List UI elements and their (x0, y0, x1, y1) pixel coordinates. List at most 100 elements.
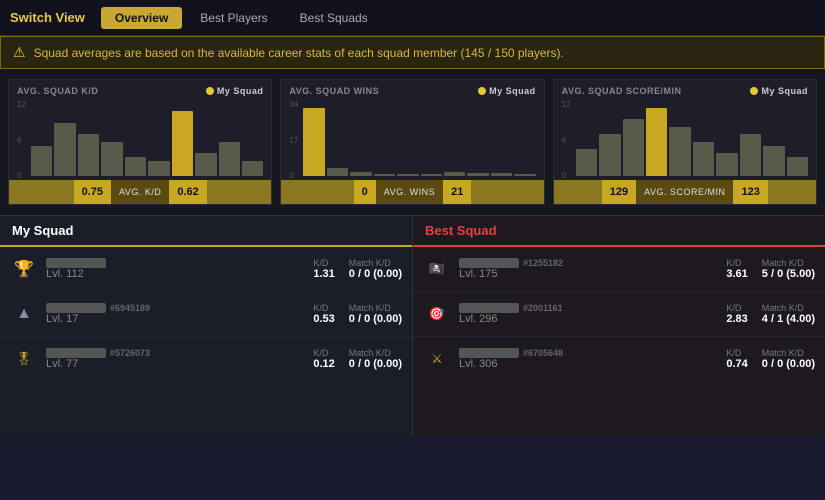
chart-wins-title: AVG. SQUAD WINS My Squad (289, 86, 535, 96)
best-player-3-info: #6705648 Lvl. 306 (459, 348, 718, 370)
player-3-name-blurred (46, 348, 106, 358)
best-player-1-info: #1255182 Lvl. 175 (459, 258, 718, 280)
player-1-info: Lvl. 112 (46, 258, 305, 280)
best-player-2-stats: K/D 2.83 Match K/D 4 / 1 (4.00) (726, 303, 815, 325)
tab-best-squads[interactable]: Best Squads (286, 7, 382, 29)
alert-banner: ⚠ Squad averages are based on the availa… (0, 36, 825, 69)
switch-view-label[interactable]: Switch View (10, 10, 85, 25)
chart-wins-footer: 0 AVG. WINS 21 (281, 180, 543, 204)
dot-wins (478, 87, 486, 95)
my-squad-player-2: ▲ #6945189 Lvl. 17 K/D 0.53 Match K/D 0 … (0, 292, 412, 337)
player-3-name: #5726073 (46, 348, 305, 358)
stat-kd-2: K/D 0.53 (313, 303, 334, 325)
bar-4 (669, 127, 690, 176)
bar-4 (125, 157, 146, 176)
bar-9 (242, 161, 263, 176)
chart-kd-footer: 0.75 AVG. K/D 0.62 (9, 180, 271, 204)
warning-icon: ⚠ (13, 44, 26, 61)
best-squad-header: Best Squad (413, 216, 825, 247)
best-rank-icon-3: ⚔ (423, 345, 451, 373)
stat-kd-1: K/D 1.31 (313, 258, 334, 280)
chart-kd-title: AVG. SQUAD K/D My Squad (17, 86, 263, 96)
bars-wins (289, 100, 535, 176)
charts-section: AVG. SQUAD K/D My Squad 12 6 0 0.75 AVG.… (0, 69, 825, 216)
bar-5 (693, 142, 714, 176)
bar-8 (491, 173, 512, 176)
footer-score-left: 129 (602, 180, 636, 204)
player-3-info: #5726073 Lvl. 77 (46, 348, 305, 370)
bottom-section: My Squad 🏆 Lvl. 112 K/D 1.31 Match K/D 0… (0, 216, 825, 436)
player-1-name-blurred (46, 258, 106, 268)
bar-chart-kd: 12 6 0 (17, 100, 263, 180)
bar-7 (195, 153, 216, 176)
player-2-level: Lvl. 17 (46, 313, 305, 325)
my-squad-panel: My Squad 🏆 Lvl. 112 K/D 1.31 Match K/D 0… (0, 216, 413, 436)
player-1-level: Lvl. 112 (46, 268, 305, 280)
player-2-info: #6945189 Lvl. 17 (46, 303, 305, 325)
bar-9 (787, 157, 808, 176)
bar-3 (374, 174, 395, 176)
bar-2 (623, 119, 644, 176)
chart-kd: AVG. SQUAD K/D My Squad 12 6 0 0.75 AVG.… (8, 79, 272, 205)
footer-score-mid: AVG. SCORE/MIN (636, 180, 733, 204)
best-player-2-info: #2001161 Lvl. 296 (459, 303, 718, 325)
best-player-1-level: Lvl. 175 (459, 268, 718, 280)
best-stat-matchkd-2: Match K/D 4 / 1 (4.00) (762, 303, 815, 325)
my-squad-player-3: 🎖 #5726073 Lvl. 77 K/D 0.12 Match K/D 0 … (0, 337, 412, 381)
footer-wins-left: 0 (354, 180, 376, 204)
bar-5 (148, 161, 169, 176)
best-squad-player-1: 🏴‍☠️ #1255182 Lvl. 175 K/D 3.61 Match K/… (413, 247, 825, 292)
player-3-stats: K/D 0.12 Match K/D 0 / 0 (0.00) (313, 348, 402, 370)
header: Switch View Overview Best Players Best S… (0, 0, 825, 36)
best-stat-kd-1: K/D 3.61 (726, 258, 747, 280)
best-player-2-level: Lvl. 296 (459, 313, 718, 325)
player-1-name (46, 258, 305, 268)
best-stat-matchkd-1: Match K/D 5 / 0 (5.00) (762, 258, 815, 280)
player-3-level: Lvl. 77 (46, 358, 305, 370)
best-player-3-stats: K/D 0.74 Match K/D 0 / 0 (0.00) (726, 348, 815, 370)
bar-8 (219, 142, 240, 176)
rank-icon-3: 🎖 (10, 345, 38, 373)
best-stat-kd-2: K/D 2.83 (726, 303, 747, 325)
my-squad-header: My Squad (0, 216, 412, 247)
rank-icon-1: 🏆 (10, 255, 38, 283)
chart-wins: AVG. SQUAD WINS My Squad 34 17 0 0 AVG. … (280, 79, 544, 205)
best-player-1-stats: K/D 3.61 Match K/D 5 / 0 (5.00) (726, 258, 815, 280)
chart-score-footer: 129 AVG. SCORE/MIN 123 (554, 180, 816, 204)
dot-kd (206, 87, 214, 95)
tab-best-players[interactable]: Best Players (186, 7, 281, 29)
stat-matchkd-2: Match K/D 0 / 0 (0.00) (349, 303, 402, 325)
tab-overview[interactable]: Overview (101, 7, 182, 29)
best-squad-panel: Best Squad 🏴‍☠️ #1255182 Lvl. 175 K/D 3.… (413, 216, 825, 436)
best-rank-icon-1: 🏴‍☠️ (423, 255, 451, 283)
alert-text: Squad averages are based on the availabl… (34, 46, 564, 60)
best-player-3-blurred (459, 348, 519, 358)
bar-9 (514, 174, 535, 176)
best-player-2-name: #2001161 (459, 303, 718, 313)
player-2-name: #6945189 (46, 303, 305, 313)
stat-kd-3: K/D 0.12 (313, 348, 334, 370)
bar-6 (172, 111, 193, 176)
bar-1 (54, 123, 75, 176)
bar-1 (327, 168, 348, 176)
stat-matchkd-1: Match K/D 0 / 0 (0.00) (349, 258, 402, 280)
my-squad-badge-wins: My Squad (478, 86, 536, 96)
bar-7 (467, 173, 488, 176)
bar-8 (763, 146, 784, 176)
best-player-2-blurred (459, 303, 519, 313)
best-player-3-level: Lvl. 306 (459, 358, 718, 370)
bar-3 (101, 142, 122, 176)
my-squad-player-1: 🏆 Lvl. 112 K/D 1.31 Match K/D 0 / 0 (0.0… (0, 247, 412, 292)
best-player-1-blurred (459, 258, 519, 268)
bar-7 (740, 134, 761, 176)
bar-4 (397, 174, 418, 176)
best-squad-player-3: ⚔ #6705648 Lvl. 306 K/D 0.74 Match K/D 0… (413, 337, 825, 381)
bar-6 (716, 153, 737, 176)
bar-0 (576, 149, 597, 176)
footer-wins-mid: AVG. WINS (376, 180, 443, 204)
rank-icon-2: ▲ (10, 300, 38, 328)
bar-6 (444, 172, 465, 176)
best-rank-icon-2: 🎯 (423, 300, 451, 328)
footer-kd-left: 0.75 (74, 180, 111, 204)
player-2-stats: K/D 0.53 Match K/D 0 / 0 (0.00) (313, 303, 402, 325)
